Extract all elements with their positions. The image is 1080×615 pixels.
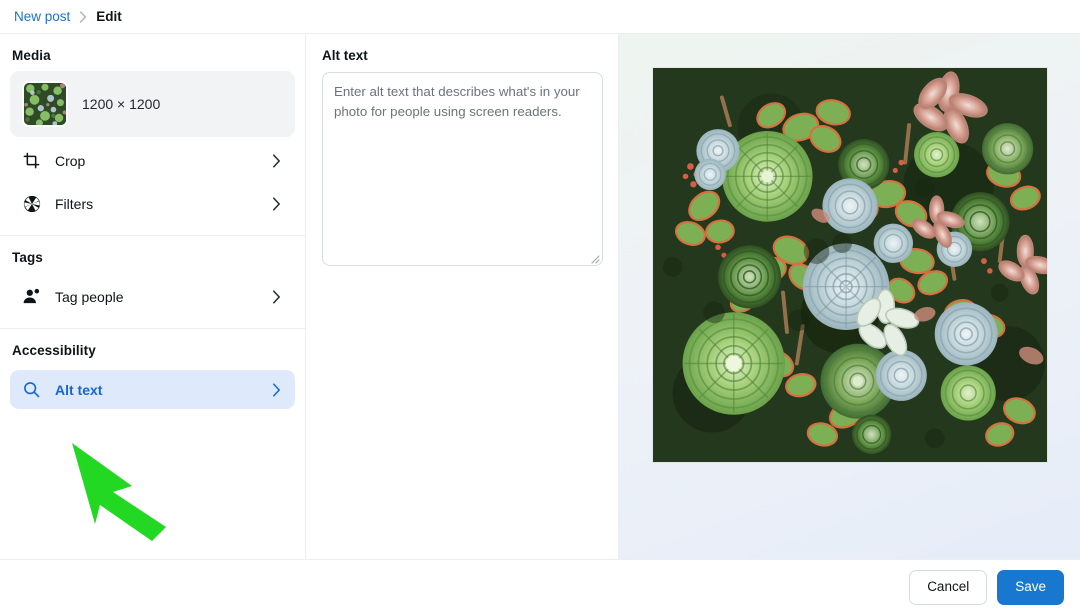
succulent-photo-thumbnail bbox=[22, 81, 68, 127]
edit-post-dialog: New post Edit Media 1200 × 1200 Crop Fil… bbox=[0, 0, 1080, 615]
breadcrumb: New post Edit bbox=[0, 0, 1080, 34]
media-dimensions: 1200 × 1200 bbox=[82, 96, 161, 112]
search-icon bbox=[22, 380, 41, 399]
breadcrumb-new-post-link[interactable]: New post bbox=[14, 9, 70, 24]
section-accessibility: Accessibility Alt text bbox=[0, 328, 305, 421]
media-card[interactable]: 1200 × 1200 bbox=[10, 71, 295, 137]
section-title-tags: Tags bbox=[12, 250, 43, 265]
sidebar-item-alt-text-label: Alt text bbox=[55, 381, 103, 398]
aperture-icon bbox=[22, 194, 41, 213]
sidebar-item-crop[interactable]: Crop bbox=[10, 141, 295, 180]
sidebar-item-tag-people-label: Tag people bbox=[55, 288, 124, 305]
dialog-body: Media 1200 × 1200 Crop Filters Tags Tag … bbox=[0, 34, 1080, 559]
edit-options-sidebar: Media 1200 × 1200 Crop Filters Tags Tag … bbox=[0, 34, 306, 559]
sidebar-item-filters[interactable]: Filters bbox=[10, 184, 295, 223]
alt-text-field-wrapper bbox=[322, 72, 603, 266]
cancel-button[interactable]: Cancel bbox=[909, 570, 988, 605]
alt-text-input[interactable] bbox=[323, 73, 602, 265]
image-preview-panel bbox=[619, 34, 1080, 559]
section-tags: Tags Tag people bbox=[0, 235, 305, 328]
chevron-right-icon bbox=[269, 289, 283, 304]
sidebar-item-filters-label: Filters bbox=[55, 195, 94, 212]
chevron-right-icon bbox=[269, 153, 283, 168]
succulent-photo-preview bbox=[652, 68, 1047, 462]
chevron-right-icon bbox=[79, 10, 87, 23]
section-media: Media 1200 × 1200 Crop Filters bbox=[0, 34, 305, 235]
page-title: Alt text bbox=[322, 48, 368, 63]
section-title-media: Media bbox=[12, 48, 51, 63]
dialog-footer: Cancel Save bbox=[0, 559, 1080, 615]
sidebar-item-tag-people[interactable]: Tag people bbox=[10, 277, 295, 316]
chevron-right-icon bbox=[269, 196, 283, 211]
save-button[interactable]: Save bbox=[997, 570, 1064, 605]
chevron-right-icon bbox=[269, 382, 283, 397]
alt-text-panel: Alt text bbox=[306, 34, 619, 559]
breadcrumb-current-edit: Edit bbox=[96, 9, 122, 24]
crop-icon bbox=[22, 151, 41, 170]
person-add-icon bbox=[22, 287, 41, 306]
section-title-accessibility: Accessibility bbox=[12, 343, 96, 358]
sidebar-item-alt-text[interactable]: Alt text bbox=[10, 370, 295, 409]
sidebar-item-crop-label: Crop bbox=[55, 152, 86, 169]
